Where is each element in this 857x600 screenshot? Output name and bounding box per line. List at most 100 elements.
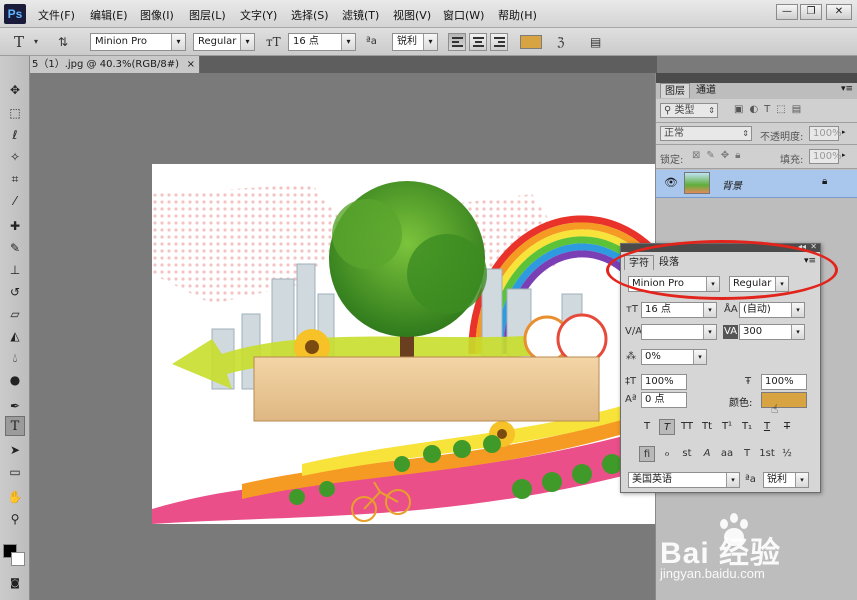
- history-brush-tool-icon[interactable]: ↺: [5, 282, 25, 302]
- fractions-button[interactable]: ½: [779, 446, 795, 462]
- filter-icons[interactable]: ▣◐T⬚▤: [734, 104, 807, 115]
- fill-input[interactable]: 100%: [809, 149, 842, 164]
- menu-file[interactable]: 文件(F): [38, 7, 75, 23]
- zoom-tool-icon[interactable]: ⚲: [5, 509, 25, 529]
- menu-edit[interactable]: 编辑(E): [90, 7, 128, 23]
- restore-button[interactable]: ❐: [800, 4, 822, 20]
- contextual-alternates-button[interactable]: ℴ: [659, 446, 675, 462]
- lasso-tool-icon[interactable]: ℓ: [5, 125, 25, 145]
- align-left-button[interactable]: [448, 33, 466, 51]
- type-tool-icon[interactable]: T: [5, 416, 25, 436]
- underline-button[interactable]: T: [759, 419, 775, 435]
- move-tool-icon[interactable]: ✥: [5, 80, 25, 100]
- fill-chevron-icon[interactable]: ▸: [842, 151, 846, 159]
- text-color-swatch[interactable]: [520, 35, 542, 49]
- opacity-chevron-icon[interactable]: ▸: [842, 128, 846, 136]
- close-button[interactable]: ✕: [826, 4, 852, 20]
- crop-tool-icon[interactable]: ⌗: [5, 169, 25, 189]
- font-style-value: Regular: [198, 36, 237, 47]
- pen-tool-icon[interactable]: ✒: [5, 396, 25, 416]
- filter-kind-value: 类型: [674, 105, 695, 116]
- language-select[interactable]: 美国英语 ▾: [628, 472, 740, 488]
- menu-layer[interactable]: 图层(L): [189, 7, 226, 23]
- kerning-select[interactable]: ▾: [641, 324, 717, 340]
- panel-menu-icon[interactable]: ▾≡: [841, 84, 853, 94]
- discretionary-ligatures-button[interactable]: st: [679, 446, 695, 462]
- leading-icon: ÅA: [724, 304, 738, 315]
- quick-mask-icon[interactable]: ◙: [5, 574, 25, 594]
- blend-mode-select[interactable]: 正常 ⇕: [660, 126, 752, 141]
- strikethrough-button[interactable]: T: [779, 419, 795, 435]
- leading-select[interactable]: (自动) ▾: [739, 302, 805, 318]
- antialias-select[interactable]: 锐利 ▾: [763, 472, 809, 488]
- eraser-tool-icon[interactable]: ▱: [5, 304, 25, 324]
- superscript-button[interactable]: T¹: [719, 419, 735, 435]
- background-color-swatch[interactable]: [11, 552, 25, 566]
- text-color-swatch[interactable]: [761, 392, 807, 408]
- marquee-tool-icon[interactable]: ⬚: [5, 103, 25, 123]
- filter-kind-select[interactable]: ⚲ 类型 ⇕: [660, 103, 718, 118]
- menu-help[interactable]: 帮助(H): [498, 7, 537, 23]
- menu-type[interactable]: 文字(Y): [240, 7, 277, 23]
- baseline-shift-input[interactable]: 0 点: [641, 392, 687, 408]
- small-caps-button[interactable]: Tt: [699, 419, 715, 435]
- rectangle-tool-icon[interactable]: ▭: [5, 462, 25, 482]
- tracking-select[interactable]: 300 ▾: [739, 324, 805, 340]
- faux-bold-button[interactable]: T: [639, 419, 655, 435]
- horizontal-scale-input[interactable]: 100%: [761, 374, 807, 390]
- font-style-select[interactable]: Regular ▾: [193, 33, 255, 51]
- font-family-select[interactable]: Minion Pro ▾: [90, 33, 186, 51]
- menu-select[interactable]: 选择(S): [291, 7, 329, 23]
- blur-tool-icon[interactable]: 💧︎: [5, 348, 25, 368]
- menu-window[interactable]: 窗口(W): [443, 7, 484, 23]
- lock-icons[interactable]: ⊠✎✥🔒︎: [692, 150, 746, 161]
- font-size-select[interactable]: 16 点 ▾: [288, 33, 356, 51]
- color-label: 颜色:: [729, 398, 753, 409]
- clone-stamp-tool-icon[interactable]: ⊥: [5, 260, 25, 280]
- visibility-eye-icon[interactable]: 👁︎: [664, 176, 678, 189]
- all-caps-button[interactable]: TT: [679, 419, 695, 435]
- document-canvas[interactable]: [152, 164, 699, 524]
- font-size-value: 16 点: [645, 304, 671, 315]
- menu-filter[interactable]: 滤镜(T): [342, 7, 379, 23]
- menu-view[interactable]: 视图(V): [393, 7, 431, 23]
- stylistic-alternates-button[interactable]: aa: [719, 446, 735, 462]
- tool-preset-chevron-icon[interactable]: ▾: [34, 33, 38, 51]
- tab-layers[interactable]: 图层: [660, 83, 690, 98]
- magic-wand-tool-icon[interactable]: ✧: [5, 147, 25, 167]
- warp-text-icon[interactable]: ℨ: [557, 33, 564, 51]
- layer-row[interactable]: 👁︎ 背景 🔒︎: [656, 170, 857, 198]
- paint-bucket-tool-icon[interactable]: ◭: [5, 326, 25, 346]
- hand-cursor-icon: ☝︎: [771, 402, 779, 416]
- swash-button[interactable]: A: [699, 446, 715, 462]
- tab-close-icon[interactable]: ×: [187, 56, 195, 73]
- healing-brush-tool-icon[interactable]: ✚: [5, 216, 25, 236]
- tab-channels[interactable]: 通道: [692, 83, 720, 98]
- ligatures-button[interactable]: fi: [639, 446, 655, 462]
- titling-alternates-button[interactable]: T: [739, 446, 755, 462]
- panel-close-icon[interactable]: ✕: [810, 242, 817, 251]
- eyedropper-tool-icon[interactable]: ⁄: [5, 191, 25, 211]
- document-tab[interactable]: 5（1）.jpg @ 40.3%(RGB/8#) ×: [30, 56, 200, 73]
- faux-italic-button[interactable]: T: [659, 419, 675, 435]
- antialias-select[interactable]: 锐利 ▾: [392, 33, 438, 51]
- align-right-button[interactable]: [490, 33, 508, 51]
- path-selection-tool-icon[interactable]: ➤: [5, 440, 25, 460]
- hand-tool-icon[interactable]: ✋: [5, 487, 25, 507]
- baseline-scale-select[interactable]: 0% ▾: [641, 349, 707, 365]
- brush-tool-icon[interactable]: ✎: [5, 238, 25, 258]
- font-size-select[interactable]: 16 点 ▾: [641, 302, 717, 318]
- minimize-button[interactable]: —: [776, 4, 798, 20]
- align-center-button[interactable]: [469, 33, 487, 51]
- opacity-input[interactable]: 100%: [809, 126, 842, 141]
- baseline-shift-icon: Aª: [625, 394, 637, 405]
- menu-image[interactable]: 图像(I): [140, 7, 174, 23]
- subscript-button[interactable]: T₁: [739, 419, 755, 435]
- type-tool-icon[interactable]: T: [14, 33, 24, 51]
- character-panel-toggle-icon[interactable]: ▤: [590, 33, 601, 51]
- dodge-tool-icon[interactable]: ●: [5, 370, 25, 390]
- toggle-text-orientation-icon[interactable]: ⇅: [58, 33, 68, 51]
- ordinals-button[interactable]: 1st: [759, 446, 775, 462]
- chevron-down-icon: ▾: [341, 34, 355, 50]
- vertical-scale-input[interactable]: 100%: [641, 374, 687, 390]
